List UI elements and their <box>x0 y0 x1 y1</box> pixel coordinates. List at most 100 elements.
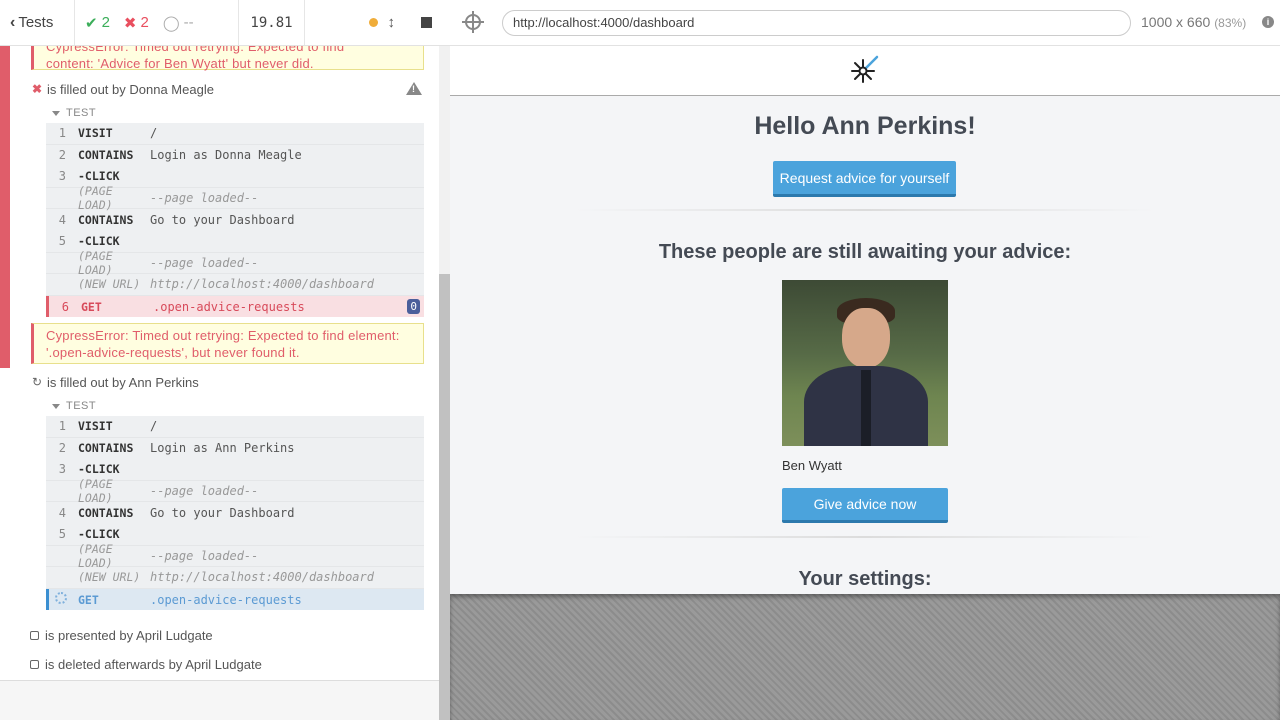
tests-button[interactable]: ‹ Tests <box>0 0 75 45</box>
command-list: 1 VISIT/ 2 CONTAINS Login as Ann Perkins 3-… <box>46 416 424 611</box>
command-message: --page loaded-- <box>150 548 259 563</box>
command-number: 1 <box>58 419 66 434</box>
photo-face <box>842 308 890 368</box>
test-title-text: is presented by April Ludgate <box>45 627 213 643</box>
command-name: -CLICK <box>78 462 120 477</box>
command-name: CONTAINS <box>78 213 134 228</box>
divider <box>575 209 1155 211</box>
failed-stat: ✖ 2 <box>124 14 149 32</box>
caret-down-icon <box>52 110 60 116</box>
greeting-heading: Hello Ann Perkins! <box>754 112 976 140</box>
command-event[interactable]: (NEW URL) http://localhost:4000/dashboard <box>46 567 424 589</box>
photo-tie <box>861 370 871 446</box>
command-event[interactable]: (PAGE LOAD) --page loaded-- <box>46 249 424 277</box>
x-icon: ✖ <box>31 82 43 96</box>
command-pending[interactable]: GET .open-advice-requests <box>46 588 424 611</box>
selector-playground-icon[interactable] <box>462 11 484 33</box>
aut-header: http://localhost:4000/dashboard 1000 x 6… <box>450 0 1280 46</box>
reporter-footer <box>0 680 439 720</box>
give-advice-button[interactable]: Give advice now <box>782 488 948 523</box>
person-photo <box>782 280 948 446</box>
command-message: --page loaded-- <box>150 484 259 499</box>
command-name: VISIT <box>78 126 113 141</box>
error-text: content: 'Advice for Ben Wyatt' but neve… <box>46 56 314 71</box>
aut-empty-area <box>450 594 1280 720</box>
command-event[interactable]: (PAGE LOAD) --page loaded-- <box>46 477 424 505</box>
command-event[interactable]: (NEW URL) http://localhost:4000/dashboard <box>46 274 424 296</box>
command-message: http://localhost:4000/dashboard <box>150 570 374 585</box>
command-message: Login as Donna Meagle <box>150 148 302 163</box>
command-message: http://localhost:4000/dashboard <box>150 277 374 292</box>
element-count-badge: 0 <box>407 298 420 314</box>
person-name: Ben Wyatt <box>782 458 842 473</box>
error-message[interactable]: CypressError: Timed out retrying: Expect… <box>31 323 424 364</box>
command[interactable]: 4 CONTAINS Go to your Dashboard <box>46 502 424 524</box>
tests-label: Tests <box>18 14 54 31</box>
running-dot-icon <box>368 18 378 27</box>
reporter-body: CypressError: Timed out retrying: Expect… <box>0 46 439 680</box>
stop-icon[interactable] <box>421 17 432 28</box>
info-icon[interactable]: i <box>1262 16 1274 28</box>
command-name: (NEW URL) <box>78 570 141 585</box>
command-number: 2 <box>58 441 66 456</box>
command[interactable]: 1 VISIT / <box>46 123 424 145</box>
reporter-scrollbar[interactable] <box>439 46 450 720</box>
command-failed[interactable]: 6 GET .open-advice-requests 0 <box>46 295 424 318</box>
command-name: -CLICK <box>78 169 120 184</box>
command[interactable]: 2 CONTAINS Login as Donna Meagle <box>46 145 424 167</box>
command-message: / <box>150 126 158 141</box>
reporter-panel: ‹ Tests ✔ 2 ✖ 2 ◯ -- 19.81 ↕ CypressErro… <box>0 0 450 720</box>
command-message: Go to your Dashboard <box>150 213 295 228</box>
command-number: 4 <box>58 213 66 228</box>
logo-icon[interactable] <box>846 54 880 88</box>
controls: ↕ <box>305 0 450 45</box>
test-title[interactable]: ✖ is filled out by Donna Meagle <box>30 79 214 99</box>
failed-test-indicator <box>0 46 10 368</box>
command-message: --page loaded-- <box>150 255 259 270</box>
command-number: 1 <box>58 126 66 141</box>
command-message: --page loaded-- <box>150 191 259 206</box>
circle-icon: ◯ <box>162 14 180 32</box>
command-number: 3 <box>58 462 66 477</box>
command-name: GET <box>78 592 99 607</box>
command-name: (PAGE LOAD) <box>78 541 113 570</box>
command-name: GET <box>81 299 102 314</box>
scrollbar-thumb[interactable] <box>439 274 450 720</box>
aut-iframe: Hello Ann Perkins! Request advice for yo… <box>450 46 1280 594</box>
app-under-test: http://localhost:4000/dashboard 1000 x 6… <box>450 0 1280 720</box>
command-number: 3 <box>58 169 66 184</box>
test-title-text: is filled out by Donna Meagle <box>47 81 214 97</box>
command-number: 5 <box>58 234 66 249</box>
pending-checkbox-icon <box>30 659 39 669</box>
command-name: (NEW URL) <box>78 277 141 292</box>
test-title[interactable]: is presented by April Ludgate <box>30 625 213 645</box>
warning-icon[interactable] <box>406 82 422 95</box>
command-number: 5 <box>58 527 66 542</box>
command-number: 4 <box>58 506 66 521</box>
test-title[interactable]: ↻ is filled out by Ann Perkins <box>30 372 199 392</box>
auto-scroll-icon[interactable]: ↕ <box>388 14 396 31</box>
error-text: CypressError: Timed out retrying: Expect… <box>46 46 345 54</box>
command-name: (PAGE LOAD) <box>78 477 113 506</box>
test-section-label[interactable]: TEST <box>52 400 96 412</box>
test-title-text: is filled out by Ann Perkins <box>47 374 199 390</box>
command-message: Login as Ann Perkins <box>150 441 295 456</box>
command[interactable]: 2 CONTAINS Login as Ann Perkins <box>46 438 424 460</box>
test-title[interactable]: is deleted afterwards by April Ludgate <box>30 654 262 674</box>
spinner-icon <box>55 592 67 605</box>
command-name: CONTAINS <box>78 441 134 456</box>
command[interactable]: 4 CONTAINS Go to your Dashboard <box>46 209 424 231</box>
test-section-label[interactable]: TEST <box>52 107 96 119</box>
command[interactable]: 1 VISIT / <box>46 416 424 438</box>
request-advice-button[interactable]: Request advice for yourself <box>773 161 956 197</box>
command-list: 1 VISIT / 2 CONTAINS Login as Donna Meagle 3… <box>46 123 424 318</box>
duration: 19.81 <box>239 0 305 45</box>
x-icon: ✖ <box>123 14 137 32</box>
url-bar[interactable]: http://localhost:4000/dashboard <box>502 10 1131 36</box>
viewport-scale: (83%) <box>1214 16 1247 30</box>
command-event[interactable]: (PAGE LOAD) --page loaded-- <box>46 542 424 570</box>
app-navbar <box>450 46 1280 96</box>
section-label: TEST <box>66 107 97 119</box>
command-number: 2 <box>58 148 66 163</box>
command-event[interactable]: (PAGE LOAD) --page loaded-- <box>46 184 424 212</box>
